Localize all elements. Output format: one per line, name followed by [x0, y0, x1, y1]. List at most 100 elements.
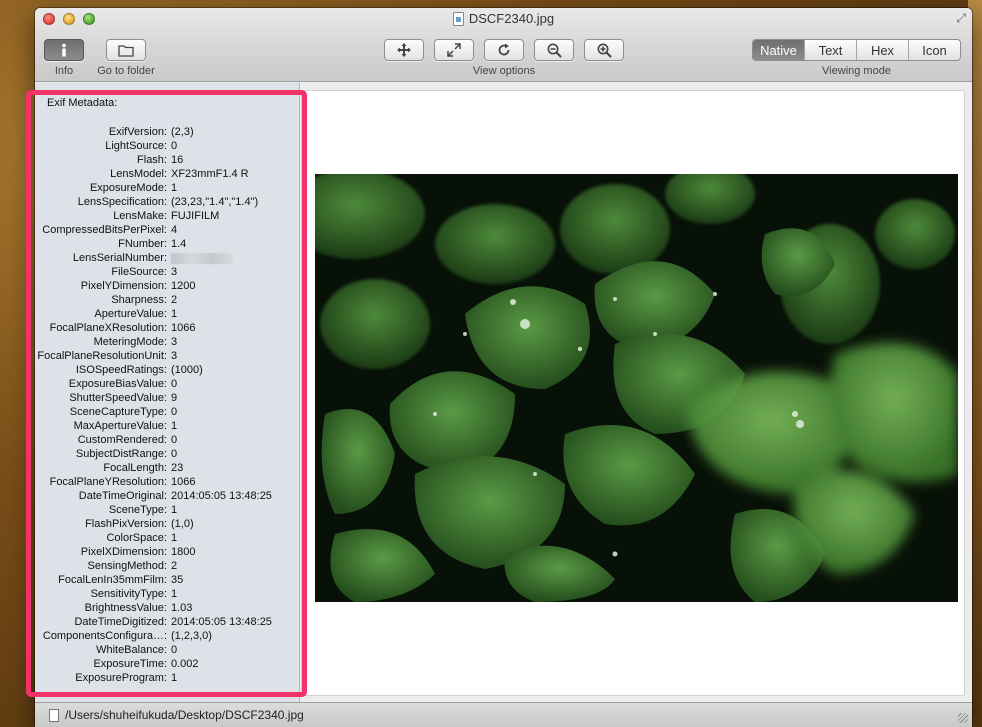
- image-view[interactable]: [301, 90, 965, 696]
- exif-row: LensMake: FUJIFILM: [35, 209, 299, 223]
- move-button[interactable]: [384, 39, 424, 61]
- exif-row: ISOSpeedRatings: (1000): [35, 363, 299, 377]
- photo-preview: [315, 174, 958, 602]
- exif-key: ComponentsConfigura…:: [42, 630, 167, 642]
- exif-value: 3: [171, 336, 178, 348]
- exif-row: CompressedBitsPerPixel: 4: [35, 223, 299, 237]
- toolbar: DSCF2340.jpg ⤢ Info Go to folder View op…: [35, 8, 972, 82]
- exif-key: SubjectDistRange:: [75, 448, 167, 460]
- exif-value: (23,23,"1.4","1.4"): [171, 196, 259, 208]
- exif-row: MaxApertureValue: 1: [35, 419, 299, 433]
- exif-value: 0.002: [171, 658, 199, 670]
- exif-value: 3: [171, 266, 178, 278]
- fullscreen-icon[interactable]: ⤢: [956, 11, 966, 26]
- mode-text[interactable]: Text: [804, 40, 856, 60]
- exif-row: DateTimeOriginal: 2014:05:05 13:48:25: [35, 489, 299, 503]
- exif-key: ColorSpace:: [106, 532, 167, 544]
- exif-row: ColorSpace: 1: [35, 531, 299, 545]
- zoom-in-button[interactable]: [584, 39, 624, 61]
- exif-row: FileSource: 3: [35, 265, 299, 279]
- exif-value: 9: [171, 392, 178, 404]
- document-icon: [452, 11, 464, 26]
- exif-row: FocalLength: 23: [35, 461, 299, 475]
- exif-row: FocalPlaneResolutionUnit: 3: [35, 349, 299, 363]
- exif-row: ApertureValue: 1: [35, 307, 299, 321]
- exif-value: 35: [171, 574, 184, 586]
- exif-row: SceneType: 1: [35, 503, 299, 517]
- exif-key: MaxApertureValue:: [73, 420, 167, 432]
- exif-key: CompressedBitsPerPixel:: [42, 224, 167, 236]
- exif-row: ExposureTime: 0.002: [35, 657, 299, 671]
- resize-grip-icon[interactable]: [958, 713, 968, 723]
- exif-value: 1: [171, 588, 178, 600]
- zoom-out-icon: [547, 43, 562, 58]
- exif-row: ExposureBiasValue: 0: [35, 377, 299, 391]
- exif-row: ShutterSpeedValue: 9: [35, 391, 299, 405]
- exif-key: ExposureProgram:: [75, 672, 167, 684]
- exif-value: 0: [171, 434, 178, 446]
- exif-row: LightSource: 0: [35, 139, 299, 153]
- exif-value: 1: [171, 182, 178, 194]
- exif-row: FlashPixVersion: (1,0): [35, 517, 299, 531]
- mode-hex[interactable]: Hex: [856, 40, 908, 60]
- exif-key: MeteringMode:: [93, 336, 167, 348]
- exif-key: LensModel:: [110, 168, 167, 180]
- exif-row: LensSpecification: (23,23,"1.4","1.4"): [35, 195, 299, 209]
- exif-key: CustomRendered:: [77, 434, 167, 446]
- exif-value: 1800: [171, 546, 196, 558]
- file-icon: [49, 708, 59, 722]
- exif-key: DateTimeOriginal:: [78, 490, 167, 502]
- viewing-mode-label: Viewing mode: [822, 65, 891, 77]
- exif-value: 1.03: [171, 602, 193, 614]
- exif-row: SensitivityType: 1: [35, 587, 299, 601]
- exif-key: FocalPlaneYResolution:: [49, 476, 167, 488]
- window-title: DSCF2340.jpg: [468, 11, 555, 26]
- exif-row: PixelYDimension: 1200: [35, 279, 299, 293]
- exif-row: LensModel: XF23mmF1.4 R: [35, 167, 299, 181]
- mode-icon[interactable]: Icon: [908, 40, 960, 60]
- exif-value: 3: [171, 350, 178, 362]
- exif-value: 2014:05:05 13:48:25: [171, 616, 272, 628]
- zoom-out-button[interactable]: [534, 39, 574, 61]
- zoom-in-icon: [597, 43, 612, 58]
- exif-row: FocalPlaneYResolution: 1066: [35, 475, 299, 489]
- exif-row: WhiteBalance: 0: [35, 643, 299, 657]
- window-title-bar: DSCF2340.jpg: [35, 11, 972, 26]
- exif-key: SceneCaptureType:: [69, 406, 167, 418]
- exif-row: ExposureProgram: 1: [35, 671, 299, 685]
- exif-key: LightSource:: [105, 140, 167, 152]
- exif-value: 1066: [171, 322, 196, 334]
- exif-list: ExifVersion: (2,3) LightSource: 0 Flash: 16 Le…: [35, 125, 299, 685]
- exif-key: ApertureValue:: [94, 308, 167, 320]
- fit-to-window-button[interactable]: [434, 39, 474, 61]
- metadata-sidebar[interactable]: Exif Metadata: ExifVersion: (2,3) LightSou…: [35, 83, 300, 702]
- exif-value: 0: [171, 448, 178, 460]
- info-button[interactable]: [44, 39, 84, 61]
- exif-value: 4: [171, 224, 178, 236]
- file-path: /Users/shuheifukuda/Desktop/DSCF2340.jpg: [65, 708, 304, 722]
- exif-row: ComponentsConfigura…: (1,2,3,0): [35, 629, 299, 643]
- leaves-photo: [315, 174, 958, 602]
- folder-icon: [118, 44, 134, 57]
- exif-key: FocalLenIn35mmFilm:: [58, 574, 167, 586]
- exif-key: SceneType:: [108, 504, 167, 516]
- info-label: Info: [54, 65, 74, 77]
- exif-value: 2014:05:05 13:48:25: [171, 490, 272, 502]
- exif-key: ExposureBiasValue:: [68, 378, 167, 390]
- move-icon: [397, 43, 411, 57]
- exif-row: MeteringMode: 3: [35, 335, 299, 349]
- exif-row: ExposureMode: 1: [35, 181, 299, 195]
- rotate-button[interactable]: [484, 39, 524, 61]
- exif-row: CustomRendered: 0: [35, 433, 299, 447]
- status-bar: /Users/shuheifukuda/Desktop/DSCF2340.jpg: [35, 702, 972, 727]
- exif-key: ExposureMode:: [89, 182, 167, 194]
- exif-value: 1066: [171, 476, 196, 488]
- exif-row: SubjectDistRange: 0: [35, 447, 299, 461]
- exif-row: FNumber: 1.4: [35, 237, 299, 251]
- exif-value: (1,2,3,0): [171, 630, 212, 642]
- exif-value: 1.4: [171, 238, 187, 250]
- go-to-folder-button[interactable]: [106, 39, 146, 61]
- exif-key: Sharpness:: [111, 294, 167, 306]
- exif-key: BrightnessValue:: [84, 602, 167, 614]
- mode-native[interactable]: Native: [753, 40, 804, 60]
